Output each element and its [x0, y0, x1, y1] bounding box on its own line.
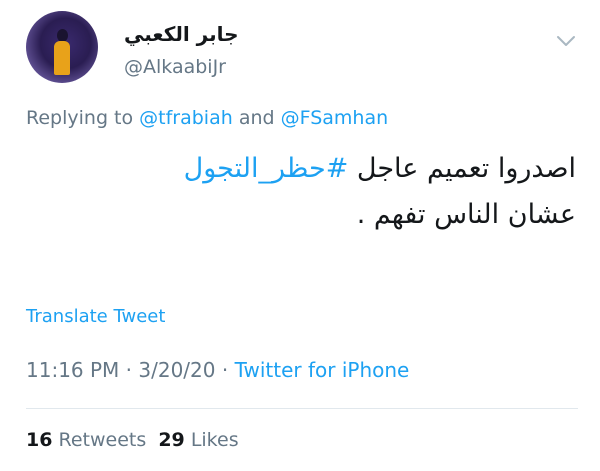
mention-tfrabiah[interactable]: @tfrabiah	[139, 107, 233, 129]
replying-conjunction: and	[232, 107, 281, 129]
tweet-time: 11:16 PM	[26, 358, 120, 382]
tweet-source-link[interactable]: Twitter for iPhone	[235, 358, 410, 382]
likes-label: Likes	[184, 429, 239, 451]
likes-stat[interactable]: 29 Likes	[158, 429, 238, 451]
hashtag-link[interactable]: #حظر_التجول	[184, 153, 349, 184]
meta-separator: ·	[119, 358, 139, 382]
tweet-text-part1: اصدروا تعميم عاجل	[348, 153, 576, 184]
chevron-down-icon[interactable]	[555, 34, 577, 48]
replying-prefix: Replying to	[26, 107, 140, 129]
retweets-count: 16	[26, 429, 53, 451]
tweet-text-part2: عشان الناس تفهم .	[356, 199, 576, 230]
user-avatar[interactable]	[26, 11, 98, 83]
retweets-label: Retweets	[52, 429, 159, 451]
divider	[26, 408, 578, 409]
retweets-stat[interactable]: 16 Retweets	[26, 429, 158, 451]
tweet-stats: 16 Retweets 29 Likes	[26, 429, 239, 451]
user-handle[interactable]: @AlkaabiJr	[124, 56, 226, 78]
replying-to: Replying to @tfrabiah and @FSamhan	[26, 107, 388, 129]
display-name[interactable]: جابر الكعبي	[124, 22, 264, 46]
translate-tweet-link[interactable]: Translate Tweet	[26, 306, 165, 327]
avatar-figure-body	[54, 41, 70, 75]
tweet-text: اصدروا تعميم عاجل #حظر_التجول عشان الناس…	[150, 146, 576, 238]
likes-count: 29	[158, 429, 185, 451]
meta-separator: ·	[215, 358, 235, 382]
tweet-date: 3/20/20	[138, 358, 216, 382]
mention-fsamhan[interactable]: @FSamhan	[281, 107, 389, 129]
tweet-meta: 11:16 PM · 3/20/20 · Twitter for iPhone	[26, 358, 409, 382]
